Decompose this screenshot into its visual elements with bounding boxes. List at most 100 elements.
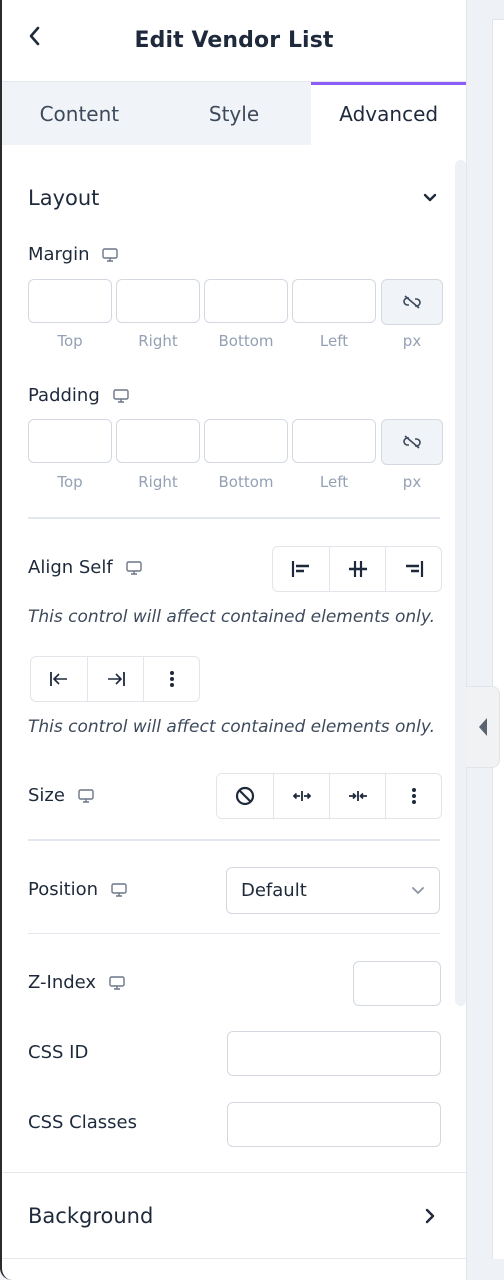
z-index-label-text: Z-Index (28, 972, 97, 993)
margin-link-button[interactable] (381, 279, 443, 325)
chevron-down-icon (412, 886, 424, 894)
align-center-icon (348, 561, 367, 577)
size-shrink-button[interactable] (329, 774, 385, 818)
align-start-icon (291, 561, 309, 577)
css-id-input[interactable] (227, 1031, 441, 1076)
z-index-label: Z-Index (28, 972, 126, 993)
desktop-icon[interactable] (112, 388, 130, 404)
tab-bar: Content Style Advanced (2, 82, 466, 145)
desktop-icon[interactable] (101, 247, 119, 263)
unlink-icon (403, 295, 421, 309)
chevron-down-icon (423, 193, 437, 202)
canvas-preview (492, 19, 504, 1259)
desktop-icon[interactable] (125, 560, 143, 576)
padding-inputs (28, 419, 443, 465)
size-none-button[interactable] (217, 774, 273, 818)
align-end-button[interactable] (385, 547, 441, 591)
margin-captions: Top Right Bottom Left px (28, 332, 443, 350)
advanced-content: Layout Margin Top Right Bottom Left px P… (2, 146, 466, 1172)
margin-caption-left: Left (319, 332, 349, 350)
order-end-button[interactable] (87, 657, 143, 701)
editor-panel: Edit Vendor List Content Style Advanced … (0, 0, 466, 1280)
margin-label-text: Margin (28, 244, 90, 265)
margin-unit: px (402, 332, 422, 350)
align-end-icon (405, 561, 423, 577)
margin-caption-top: Top (57, 332, 83, 350)
padding-caption-bottom: Bottom (218, 473, 274, 491)
margin-inputs (28, 279, 443, 325)
collapse-panel-button[interactable] (466, 686, 500, 768)
align-start-button[interactable] (273, 547, 329, 591)
size-label: Size (28, 785, 95, 806)
tab-style[interactable]: Style (157, 82, 312, 145)
chevron-left-icon (29, 26, 40, 46)
margin-top-input[interactable] (28, 279, 112, 323)
chevron-right-icon (425, 1208, 435, 1223)
layout-section-header[interactable]: Layout (28, 186, 438, 210)
order-hint: This control will affect contained eleme… (28, 717, 436, 737)
padding-right-input[interactable] (116, 419, 200, 463)
order-end-icon (107, 672, 125, 686)
position-label-text: Position (28, 879, 99, 900)
css-classes-input[interactable] (227, 1102, 441, 1147)
margin-bottom-input[interactable] (204, 279, 288, 323)
align-self-group (272, 546, 442, 592)
shrink-icon (348, 791, 367, 801)
grow-icon (292, 791, 311, 801)
order-more-button[interactable] (143, 657, 199, 701)
margin-right-input[interactable] (116, 279, 200, 323)
z-index-input[interactable] (353, 961, 441, 1006)
padding-caption-right: Right (138, 473, 178, 491)
padding-caption-left: Left (319, 473, 349, 491)
margin-left-input[interactable] (292, 279, 376, 323)
caret-left-icon (478, 718, 487, 736)
desktop-icon[interactable] (108, 975, 126, 991)
order-start-icon (50, 672, 67, 686)
background-section-header[interactable]: Background (2, 1172, 466, 1259)
more-vertical-icon (411, 788, 416, 804)
order-start-button[interactable] (31, 657, 87, 701)
padding-top-input[interactable] (28, 419, 112, 463)
background-section-title: Background (28, 1203, 154, 1228)
order-group (30, 656, 200, 702)
margin-label: Margin (28, 244, 119, 265)
position-select-value: Default (241, 880, 307, 901)
css-id-label: CSS ID (28, 1042, 89, 1063)
padding-left-input[interactable] (292, 419, 376, 463)
layout-section-title: Layout (28, 186, 100, 210)
back-button[interactable] (22, 22, 46, 50)
scrollbar[interactable] (455, 160, 466, 1006)
position-select[interactable]: Default (226, 867, 440, 914)
margin-caption-right: Right (138, 332, 178, 350)
padding-label-text: Padding (28, 385, 100, 406)
align-self-label: Align Self (28, 557, 143, 578)
divider (28, 517, 440, 519)
panel-header: Edit Vendor List (2, 0, 466, 82)
padding-captions: Top Right Bottom Left px (28, 473, 443, 491)
align-self-label-text: Align Self (28, 557, 113, 578)
more-vertical-icon (169, 671, 174, 687)
padding-bottom-input[interactable] (204, 419, 288, 463)
margin-caption-bottom: Bottom (218, 332, 274, 350)
align-self-hint: This control will affect contained eleme… (28, 607, 436, 627)
divider (28, 839, 440, 841)
padding-label: Padding (28, 385, 130, 406)
size-grow-button[interactable] (273, 774, 329, 818)
page-title: Edit Vendor List (134, 28, 334, 53)
size-more-button[interactable] (385, 774, 441, 818)
padding-link-button[interactable] (381, 419, 443, 465)
none-icon (235, 786, 255, 806)
position-label: Position (28, 879, 128, 900)
desktop-icon[interactable] (77, 788, 95, 804)
padding-unit: px (402, 473, 422, 491)
tab-advanced[interactable]: Advanced (311, 82, 466, 145)
size-group (216, 773, 442, 819)
divider (28, 933, 440, 934)
css-classes-label: CSS Classes (28, 1112, 137, 1133)
tab-content[interactable]: Content (2, 82, 157, 145)
desktop-icon[interactable] (110, 882, 128, 898)
align-center-button[interactable] (329, 547, 385, 591)
padding-caption-top: Top (57, 473, 83, 491)
size-label-text: Size (28, 785, 65, 806)
unlink-icon (403, 435, 421, 449)
